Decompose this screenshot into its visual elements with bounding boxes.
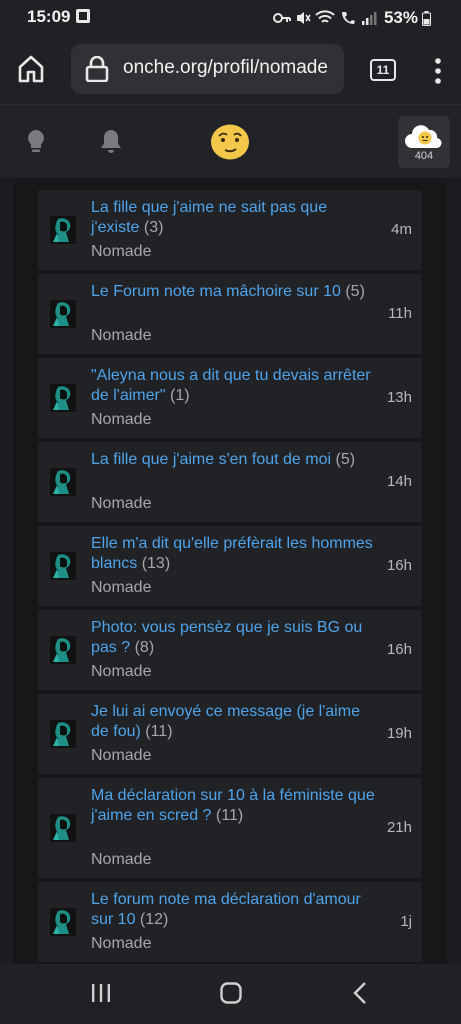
topic-row[interactable]: La fille que j'aime ne sait pas que j'ex… [38, 190, 422, 270]
topic-title-text[interactable]: La fille que j'aime ne sait pas que j'ex… [91, 199, 327, 236]
topic-title[interactable]: La fille que j'aime s'en fout de moi (5) [91, 450, 375, 470]
topic-reply-count: (5) [345, 283, 365, 300]
topic-row[interactable]: "Aleyna nous a dit que tu devais arrêter… [38, 358, 422, 438]
status-time: 15:09 [27, 7, 71, 26]
topic-time: 1j [400, 913, 412, 930]
topic-reply-count: (13) [141, 555, 171, 572]
topic-title[interactable]: Le forum note ma déclaration d'amour sur… [91, 890, 375, 930]
topic-title-text[interactable]: Photo: vous pensèz que je suis BG ou pas… [91, 619, 362, 656]
user-avatar-icon[interactable] [50, 552, 76, 580]
topic-author[interactable]: Nomade [91, 663, 151, 681]
topic-title[interactable]: La fille que j'aime ne sait pas que j'ex… [91, 198, 375, 238]
topic-title[interactable]: Photo: vous pensèz que je suis BG ou pas… [91, 618, 375, 658]
topic-time: 13h [386, 389, 412, 406]
topic-author[interactable]: Nomade [91, 243, 151, 261]
topic-row[interactable]: La fille que j'aime s'en fout de moi (5)… [38, 442, 422, 522]
battery-level: 53% [383, 8, 418, 27]
topic-title[interactable]: "Aleyna nous a dit que tu devais arrêter… [91, 366, 375, 406]
user-avatar-icon[interactable] [50, 384, 76, 412]
user-avatar-icon[interactable] [50, 468, 76, 496]
topic-author[interactable]: Nomade [91, 747, 151, 765]
user-avatar-icon[interactable] [50, 636, 76, 664]
topic-time: 21h [386, 819, 412, 836]
signal-icon [361, 12, 377, 25]
topic-row[interactable]: Le forum note ma déclaration d'amour sur… [38, 882, 422, 962]
topic-row[interactable]: Je lui ai envoyé ce message (je l'aime d… [38, 694, 422, 774]
home-button-icon[interactable] [219, 981, 243, 1005]
topic-title-text[interactable]: Le Forum note ma mâchoire sur 10 [91, 283, 341, 300]
home-icon[interactable] [17, 54, 45, 84]
topic-title[interactable]: Le Forum note ma mâchoire sur 10 (5) [91, 282, 375, 302]
topic-time: 14h [386, 473, 412, 490]
topic-row[interactable]: Photo: vous pensèz que je suis BG ou pas… [38, 610, 422, 690]
topic-time: 16h [386, 641, 412, 658]
back-icon[interactable] [350, 981, 370, 1005]
topic-reply-count: (8) [134, 639, 155, 656]
topic-title[interactable]: Elle m'a dit qu'elle préfèrait les homme… [91, 534, 375, 574]
bell-icon[interactable] [98, 128, 124, 156]
topic-row[interactable]: Le Forum note ma mâchoire sur 10 (5) Noma… [38, 274, 422, 354]
user-avatar-icon[interactable] [50, 216, 76, 244]
user-profile-card[interactable]: 404 [398, 116, 450, 168]
mute-icon [296, 12, 311, 24]
topic-author[interactable]: Nomade [91, 411, 151, 429]
topic-time: 4m [391, 221, 412, 238]
cloud-avatar-icon [405, 125, 442, 149]
lightbulb-icon[interactable] [24, 128, 48, 156]
topic-author[interactable]: Nomade [91, 327, 151, 345]
topic-title-text[interactable]: Le forum note ma déclaration d'amour sur… [91, 891, 361, 928]
user-avatar-icon[interactable] [50, 300, 76, 328]
topic-reply-count: (12) [139, 911, 169, 928]
topic-row[interactable]: Ma déclaration sur 10 à la féministe que… [38, 778, 422, 878]
topic-title-text[interactable]: "Aleyna nous a dit que tu devais arrêter… [91, 367, 371, 404]
topic-title[interactable]: Je lui ai envoyé ce message (je l'aime d… [91, 702, 375, 742]
topic-author[interactable]: Nomade [91, 935, 151, 953]
topic-reply-count: (11) [145, 723, 173, 740]
call-icon [341, 12, 355, 24]
more-options-icon[interactable] [430, 56, 446, 86]
topic-time: 19h [386, 725, 412, 742]
notification-count: 404 [414, 150, 434, 162]
topic-time: 16h [386, 557, 412, 574]
topic-time: 11h [388, 305, 412, 322]
tab-switcher-button[interactable]: 11 [370, 59, 396, 81]
key-icon [272, 13, 291, 23]
topic-author[interactable]: Nomade [91, 851, 151, 869]
topic-reply-count: (3) [143, 219, 164, 236]
user-avatar-icon[interactable] [50, 814, 76, 842]
topic-author[interactable]: Nomade [91, 579, 151, 597]
wifi-icon [315, 10, 335, 23]
recent-apps-icon[interactable] [90, 982, 112, 1004]
topic-reply-count: (1) [170, 387, 190, 404]
user-avatar-icon[interactable] [50, 720, 76, 748]
topic-title[interactable]: Ma déclaration sur 10 à la féministe que… [91, 786, 375, 826]
user-avatar-icon[interactable] [50, 908, 76, 936]
topic-row[interactable]: Elle m'a dit qu'elle préfèrait les homme… [38, 526, 422, 606]
site-logo-smiley-icon[interactable] [210, 123, 250, 161]
status-bar: 15:09 53% [0, 0, 461, 34]
app-notification-icon [76, 9, 90, 23]
battery-icon [422, 10, 431, 26]
topic-reply-count: (5) [335, 451, 356, 468]
address-bar[interactable]: onche.org/profil/nomade [71, 44, 344, 94]
topic-title-text[interactable]: Je lui ai envoyé ce message (je l'aime d… [91, 703, 360, 740]
topic-title-text[interactable]: La fille que j'aime s'en fout de moi [91, 451, 331, 468]
url-text: onche.org/profil/nomade [123, 57, 328, 78]
topic-reply-count: (11) [215, 807, 244, 824]
topic-author[interactable]: Nomade [91, 495, 151, 513]
topic-title-text[interactable]: Elle m'a dit qu'elle préfèrait les homme… [91, 535, 373, 572]
lock-icon [85, 56, 109, 82]
system-navigation-bar [0, 964, 461, 1024]
